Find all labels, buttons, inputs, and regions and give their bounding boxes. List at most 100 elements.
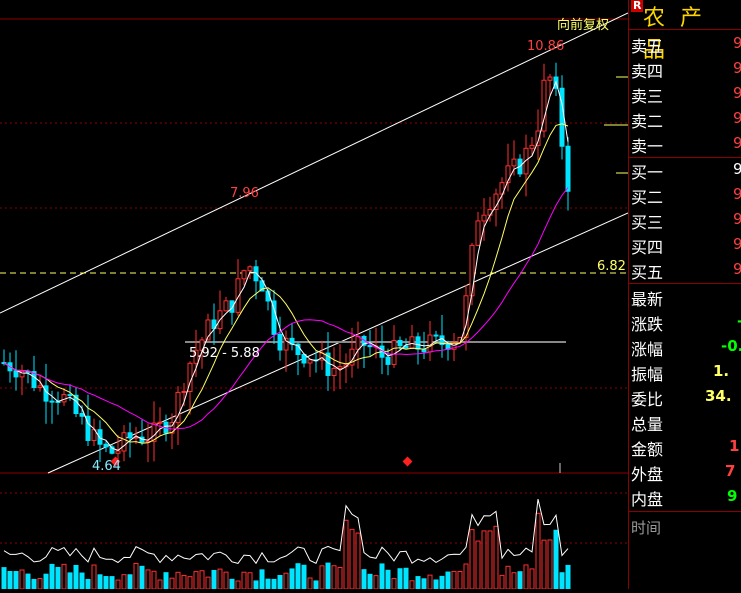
volume-bar: [535, 512, 541, 590]
volume-bar: [187, 576, 193, 590]
ask-label: 卖五: [631, 37, 664, 56]
volume-bar: [337, 566, 343, 590]
stat-value: 9: [727, 487, 738, 505]
volume-bar: [379, 563, 385, 590]
low-price-label: 4.64: [92, 459, 121, 474]
candle-body: [433, 334, 439, 337]
time-label[interactable]: 时间: [631, 517, 661, 538]
volume-bar: [355, 532, 361, 590]
stat-label: 涨跌: [631, 315, 664, 334]
candle-body: [475, 220, 481, 246]
volume-bar: [463, 563, 469, 590]
volume-bar: [73, 564, 79, 590]
volume-bar: [193, 571, 199, 590]
volume-bar: [403, 567, 409, 590]
bid-value: 9: [733, 210, 741, 228]
volume-bar: [409, 580, 415, 590]
stat-value: 1: [729, 437, 740, 455]
candle-body: [493, 193, 499, 210]
volume-bar: [427, 574, 433, 590]
volume-bar: [85, 578, 91, 590]
quote-panel: R 农 产 品 卖五 9 卖四 9 卖三 9 卖二 9 卖一 9 买一 9 买二 9 买三 9 买四 9 买五 9 最…: [628, 0, 741, 589]
volume-bar: [277, 575, 283, 590]
candle-body: [13, 370, 19, 378]
volume-bar: [133, 562, 139, 590]
bid-label: 买二: [631, 188, 664, 207]
volume-bar: [331, 565, 337, 590]
stat-value: -: [737, 312, 741, 330]
volume-bar: [391, 577, 397, 590]
candle-body: [511, 158, 517, 167]
candle-body: [277, 333, 283, 351]
candle-body: [241, 270, 247, 280]
volume-bar: [181, 574, 187, 590]
volume-bar: [565, 564, 571, 590]
bid-value: 9: [733, 260, 741, 278]
volume-bar: [397, 568, 403, 590]
volume-bar: [115, 579, 121, 590]
candle-body: [307, 359, 313, 364]
divider: [629, 511, 741, 512]
volume-bar: [367, 573, 373, 590]
candle-body: [415, 336, 421, 350]
volume-bar: [1, 567, 7, 590]
volume-bar: [121, 574, 127, 590]
stat-label: 最新: [631, 290, 664, 309]
high-price-label: 10.86: [527, 39, 564, 54]
kline-chart[interactable]: 向前复权 10.86 7.96 4.64 6.82 5.92 - 5.88: [0, 0, 629, 590]
volume-bar: [247, 572, 253, 590]
volume-bar: [529, 568, 535, 590]
candle-body: [337, 366, 343, 369]
volume-bar: [7, 571, 13, 590]
candle-body: [565, 145, 571, 192]
volume-bar: [109, 576, 115, 590]
volume-bar: [265, 578, 271, 590]
stat-label: 涨幅: [631, 340, 664, 359]
stat-label: 总量: [631, 415, 664, 434]
volume-bar: [451, 570, 457, 590]
candle-body: [391, 339, 397, 365]
ask-label: 卖四: [631, 62, 664, 81]
volume-bar: [313, 580, 319, 590]
candle-body: [301, 354, 307, 364]
volume-bar: [169, 577, 175, 590]
volume-bar: [553, 529, 559, 590]
stat-label: 外盘: [631, 465, 664, 484]
volume-bar: [469, 529, 475, 590]
volume-bar: [145, 569, 151, 590]
channel-upper-line[interactable]: [0, 12, 629, 314]
volume-bar: [103, 576, 109, 590]
bid-value: 9: [733, 235, 741, 253]
volume-bar: [499, 574, 505, 590]
bid-label: 买三: [631, 213, 664, 232]
volume-bar: [523, 564, 529, 590]
candle-body: [37, 385, 43, 388]
candle-body: [469, 244, 475, 297]
candle-body: [61, 394, 67, 403]
ask-value: 9: [733, 109, 741, 127]
candle-body: [127, 432, 133, 439]
divider: [629, 283, 741, 284]
volume-bar: [205, 576, 211, 590]
volume-bar: [559, 572, 565, 590]
volume-bar: [433, 579, 439, 590]
ask-label: 卖二: [631, 112, 664, 131]
volume-bar: [163, 572, 169, 590]
volume-bar: [517, 571, 523, 590]
candle-body: [529, 144, 535, 149]
volume-bar: [217, 568, 223, 590]
volume-bar: [415, 576, 421, 590]
volume-bar: [385, 569, 391, 590]
volume-bar: [325, 562, 331, 590]
candle-body: [229, 300, 235, 313]
stat-value: 1.: [713, 362, 730, 380]
volume-bar: [547, 539, 553, 590]
bid-value: 9: [733, 160, 741, 178]
candle-body: [481, 214, 487, 222]
adjust-mode-label[interactable]: 向前复权: [557, 17, 609, 33]
volume-bar: [289, 568, 295, 590]
signal-diamond-marker[interactable]: [402, 456, 413, 467]
candle-body: [397, 339, 403, 347]
r-badge: R: [631, 0, 644, 12]
mid-high-price-label: 7.96: [230, 186, 259, 201]
